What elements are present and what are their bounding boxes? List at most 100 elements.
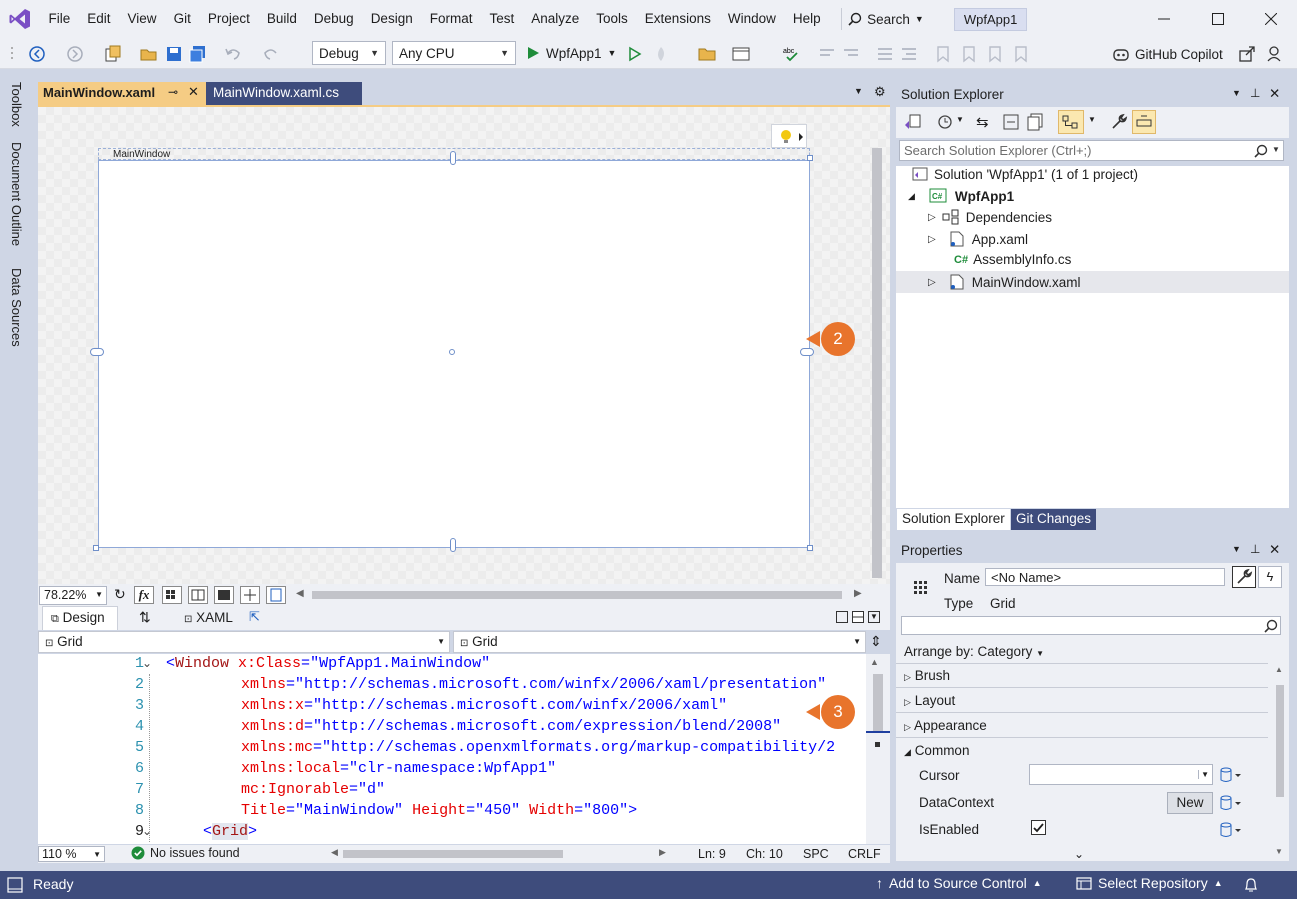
pending-changes-filter-icon[interactable] — [936, 113, 956, 131]
undo-icon[interactable] — [224, 45, 242, 63]
close-panel-icon[interactable]: ✕ — [1269, 86, 1280, 102]
center-handle[interactable] — [449, 349, 455, 355]
collapsed-arrow-icon[interactable]: ▷ — [928, 212, 936, 223]
side-tab-document-outline[interactable]: Document Outline — [9, 142, 24, 246]
xaml-code-editor[interactable]: 1 2 3 4 5 6 7 8 9 ⌄ ⌄ <Window x:Class="W… — [38, 654, 866, 844]
menu-design[interactable]: Design — [362, 0, 421, 38]
collapsed-arrow-icon[interactable]: ▷ — [928, 277, 936, 288]
swap-panes-icon[interactable]: ⇅ — [139, 609, 151, 626]
bookmark-icon[interactable] — [934, 45, 952, 63]
panel-menu-icon[interactable]: ▼ — [1232, 544, 1241, 554]
select-repository-button[interactable]: Select Repository ▲ — [1076, 875, 1223, 891]
resize-handle[interactable] — [93, 545, 99, 551]
pin-icon[interactable]: ⊸ — [168, 85, 178, 99]
start-debugging-button[interactable]: WpfApp1 ▼ — [526, 42, 616, 64]
tab-list-dropdown-icon[interactable]: ▼ — [854, 86, 863, 96]
solution-configuration-dropdown[interactable]: Debug ▼ — [312, 41, 386, 65]
collapse-pane-icon[interactable]: ▼ — [868, 611, 880, 623]
quick-actions-button[interactable] — [771, 124, 807, 148]
folder-view-icon[interactable] — [698, 45, 716, 63]
chevron-down-icon[interactable]: ▼ — [1272, 145, 1280, 154]
clear-bookmarks-icon[interactable] — [1012, 45, 1030, 63]
menu-extensions[interactable]: Extensions — [636, 0, 719, 38]
resize-handle[interactable] — [807, 155, 813, 161]
arrange-by-dropdown[interactable]: Arrange by: Category ▼ — [904, 644, 1044, 659]
element-name-input[interactable]: <No Name> — [985, 568, 1225, 586]
advanced-options-icon[interactable] — [1220, 795, 1242, 811]
collapsed-arrow-icon[interactable]: ▷ — [928, 234, 936, 245]
type-navigation-dropdown[interactable]: ⊡ Grid ▼ — [38, 631, 450, 653]
show-all-files-icon[interactable] — [1026, 113, 1044, 131]
menu-help[interactable]: Help — [784, 0, 829, 38]
menu-file[interactable]: File — [40, 0, 79, 38]
editor-horizontal-scrollbar[interactable] — [343, 850, 563, 858]
designer-zoom-dropdown[interactable]: 78.22% ▼ — [39, 586, 107, 605]
pin-icon[interactable]: ⊥ — [1250, 86, 1260, 100]
resize-handle[interactable] — [807, 545, 813, 551]
menu-view[interactable]: View — [119, 0, 165, 38]
issues-indicator[interactable]: No issues found — [131, 846, 240, 860]
vertical-split-icon[interactable] — [836, 611, 848, 623]
uncomment-icon[interactable] — [842, 45, 860, 63]
properties-wrench-icon[interactable] — [1110, 113, 1128, 131]
editor-zoom-dropdown[interactable]: 110 % ▼ — [38, 846, 105, 862]
start-without-debugging-icon[interactable] — [626, 45, 644, 63]
increase-indent-icon[interactable] — [900, 45, 918, 63]
open-folder-icon[interactable] — [140, 45, 158, 63]
decrease-indent-icon[interactable] — [876, 45, 894, 63]
menu-analyze[interactable]: Analyze — [523, 0, 588, 38]
category-layout[interactable]: ▷ Layout — [904, 693, 955, 708]
properties-scrollbar[interactable]: ▲ ▼ — [1272, 663, 1288, 859]
menu-format[interactable]: Format — [421, 0, 481, 38]
github-copilot-button[interactable]: GitHub Copilot — [1112, 43, 1223, 65]
popout-xaml-icon[interactable]: ⇱ — [249, 609, 260, 625]
close-tab-icon[interactable]: ✕ — [188, 84, 199, 100]
whitespace-indicator[interactable]: SPC — [803, 847, 829, 861]
line-indicator[interactable]: Ln: 9 — [698, 847, 726, 861]
panel-menu-icon[interactable]: ▼ — [1232, 88, 1241, 98]
category-appearance[interactable]: ▷ Appearance — [904, 718, 987, 733]
new-datacontext-button[interactable]: New — [1167, 792, 1213, 814]
tab-git-changes[interactable]: Git Changes — [1011, 509, 1097, 530]
tree-item-app-xaml[interactable]: ▷ App.xaml — [928, 231, 1028, 247]
design-view-tab[interactable]: ⧉ Design — [42, 606, 118, 630]
preview-selected-items-toggle[interactable] — [1132, 110, 1156, 134]
feedback-icon[interactable] — [1266, 45, 1284, 63]
properties-view-button[interactable] — [1232, 566, 1256, 588]
grid-toggle-button[interactable] — [162, 586, 182, 604]
hot-reload-icon[interactable] — [652, 45, 670, 63]
visual-studio-logo-icon[interactable] — [0, 0, 40, 38]
scroll-right-icon[interactable]: ▶ — [659, 847, 666, 858]
isenabled-checkbox[interactable] — [1031, 820, 1046, 835]
menu-project[interactable]: Project — [199, 0, 258, 38]
scroll-right-icon[interactable]: ▶ — [854, 588, 862, 599]
menu-window[interactable]: Window — [719, 0, 784, 38]
next-bookmark-icon[interactable] — [986, 45, 1004, 63]
column-indicator[interactable]: Ch: 10 — [746, 847, 783, 861]
comment-out-icon[interactable] — [818, 45, 836, 63]
advanced-options-icon[interactable] — [1220, 822, 1242, 838]
horizontal-split-icon[interactable] — [852, 611, 864, 623]
minimize-button[interactable] — [1142, 0, 1186, 38]
tab-mainwindow-xaml[interactable]: MainWindow.xaml ⊸ ✕ — [38, 82, 206, 105]
designer-horizontal-scrollbar[interactable] — [312, 591, 842, 599]
refresh-icon[interactable]: ↻ — [114, 586, 126, 603]
spell-check-icon[interactable]: abc — [782, 45, 800, 63]
tab-mainwindow-xaml-cs[interactable]: MainWindow.xaml.cs — [206, 82, 362, 105]
gear-icon[interactable]: ⚙ — [874, 84, 886, 100]
member-navigation-dropdown[interactable]: ⊡ Grid ▼ — [453, 631, 866, 653]
menu-debug[interactable]: Debug — [305, 0, 362, 38]
tab-solution-explorer[interactable]: Solution Explorer — [897, 509, 1010, 530]
advanced-options-icon[interactable] — [1220, 767, 1242, 783]
tree-item-project[interactable]: ◢ C# WpfApp1 — [908, 188, 1014, 204]
menu-tools[interactable]: Tools — [588, 0, 637, 38]
share-icon[interactable] — [1238, 45, 1256, 63]
save-all-icon[interactable] — [189, 45, 207, 63]
add-to-source-control-button[interactable]: ↑ Add to Source Control ▲ — [876, 875, 1042, 891]
category-brush[interactable]: ▷ Brush — [904, 668, 950, 683]
device-preview-button[interactable] — [266, 586, 286, 604]
previous-bookmark-icon[interactable] — [960, 45, 978, 63]
events-lightning-icon[interactable]: ϟ — [1258, 566, 1282, 588]
bottom-anchor-handle[interactable] — [450, 538, 456, 552]
fold-chevron-icon[interactable]: ⌄ — [142, 656, 152, 670]
